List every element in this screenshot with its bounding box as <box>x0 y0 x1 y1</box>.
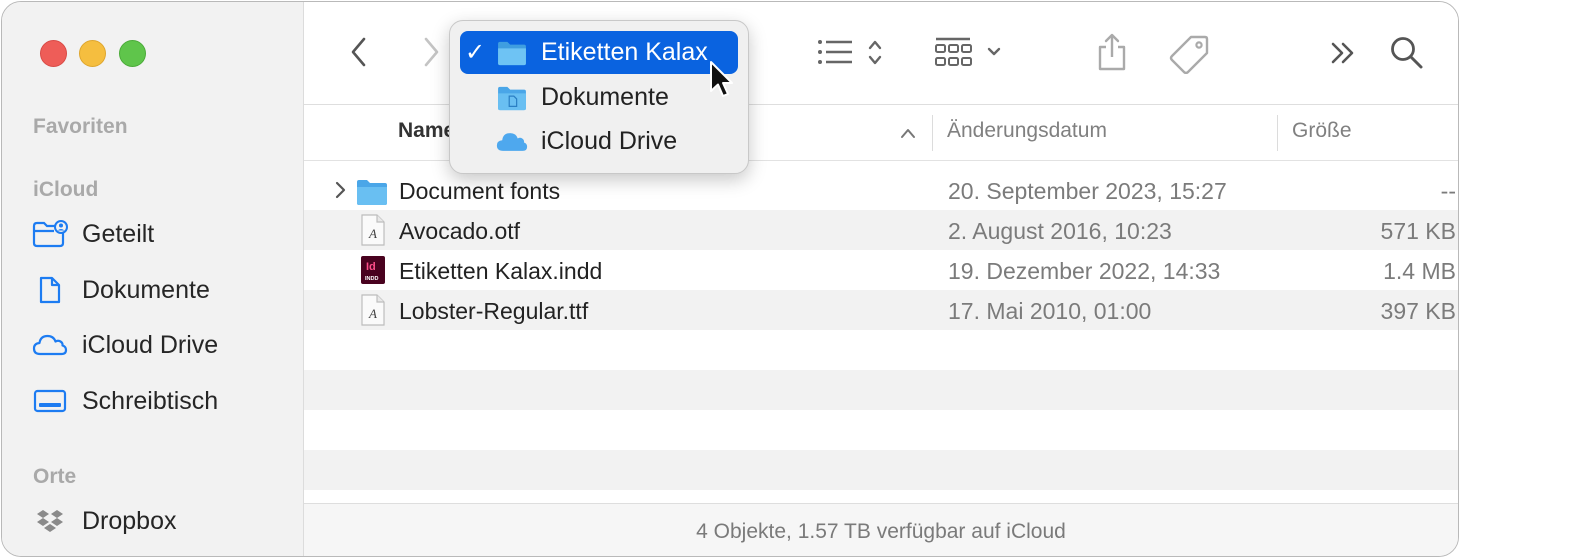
menu-item-label: iCloud Drive <box>541 127 678 155</box>
view-list-button[interactable] <box>814 34 890 70</box>
close-window-button[interactable] <box>40 40 67 67</box>
font-file-icon: A <box>361 294 385 326</box>
mouse-cursor-icon <box>710 61 733 97</box>
list-view-icon <box>818 40 882 65</box>
column-size[interactable]: Größe <box>1292 119 1352 143</box>
menu-item-etiketten-kalax[interactable]: ✓ Etiketten Kalax <box>460 31 738 74</box>
share-icon <box>1098 33 1126 71</box>
dropbox-icon <box>32 505 68 537</box>
group-by-button[interactable] <box>932 34 1008 70</box>
chevron-right-icon <box>424 37 439 67</box>
more-toolbar-button[interactable] <box>1328 38 1358 68</box>
sidebar-item-label: Geteilt <box>82 219 155 248</box>
cloud-icon <box>32 329 68 361</box>
sidebar-section-icloud[interactable]: iCloud <box>33 178 98 202</box>
file-row[interactable]: Id INDD Etiketten Kalax.indd 19. Dezembe… <box>304 250 1458 290</box>
font-badge-glyph: A <box>368 306 377 321</box>
folder-icon <box>357 180 387 205</box>
sidebar-item-label: Dropbox <box>82 506 177 535</box>
empty-row <box>304 410 1458 450</box>
forward-button[interactable] <box>416 34 446 70</box>
sidebar-item-label: Schreibtisch <box>82 386 219 415</box>
tag-icon <box>1169 35 1209 74</box>
sidebar-item-dokumente[interactable]: Dokumente <box>32 270 210 310</box>
file-name: Etiketten Kalax.indd <box>399 258 603 284</box>
shared-folder-icon <box>32 218 68 250</box>
column-date[interactable]: Änderungsdatum <box>947 119 1107 143</box>
column-name[interactable]: Name <box>398 119 455 143</box>
sidebar-item-icloud-drive[interactable]: iCloud Drive <box>32 325 218 365</box>
status-bar: 4 Objekte, 1.57 TB verfügbar auf iCloud <box>304 503 1458 556</box>
folder-icon <box>496 39 528 67</box>
file-date: 20. September 2023, 15:27 <box>948 178 1227 204</box>
cloud-icon <box>496 128 528 156</box>
search-button[interactable] <box>1388 34 1426 72</box>
file-row[interactable]: Document fonts 20. September 2023, 15:27… <box>304 170 1458 210</box>
file-size: -- <box>1440 178 1456 204</box>
file-date: 2. August 2016, 10:23 <box>948 218 1172 244</box>
indesign-badge-top: Id <box>366 261 376 273</box>
desktop-icon <box>32 385 68 417</box>
indesign-badge-bottom: INDD <box>365 276 378 282</box>
sort-ascending-icon <box>901 129 915 138</box>
sidebar-item-schreibtisch[interactable]: Schreibtisch <box>32 381 218 421</box>
tag-button[interactable] <box>1168 32 1212 74</box>
sidebar-item-label: Dokumente <box>82 275 210 304</box>
chevron-left-icon <box>351 37 366 67</box>
empty-row <box>304 330 1458 370</box>
file-size: 1.4 MB <box>1383 258 1456 284</box>
file-size: 571 KB <box>1380 218 1456 244</box>
font-badge-glyph: A <box>368 226 377 241</box>
file-name: Document fonts <box>399 178 561 204</box>
column-divider[interactable] <box>1277 115 1278 151</box>
file-date: 19. Dezember 2022, 14:33 <box>948 258 1221 284</box>
file-date: 17. Mai 2010, 01:00 <box>948 298 1152 324</box>
file-row[interactable]: A Lobster-Regular.ttf 17. Mai 2010, 01:0… <box>304 290 1458 330</box>
grid-view-icon <box>935 37 1001 66</box>
zoom-window-button[interactable] <box>119 40 146 67</box>
share-button[interactable] <box>1094 30 1130 74</box>
disclosure-chevron-icon[interactable] <box>334 180 348 200</box>
documents-folder-icon <box>496 84 528 112</box>
minimize-window-button[interactable] <box>79 40 106 67</box>
file-size: 397 KB <box>1380 298 1456 324</box>
sidebar: Favoriten iCloud Geteilt Dokumente iClou… <box>2 2 304 556</box>
sidebar-section-places[interactable]: Orte <box>33 465 76 489</box>
double-chevron-right-icon <box>1331 42 1354 64</box>
sidebar-item-geteilt[interactable]: Geteilt <box>32 214 154 254</box>
menu-item-label: Dokumente <box>541 83 669 111</box>
sidebar-item-label: iCloud Drive <box>82 330 219 359</box>
path-popup-menu: ✓ Etiketten Kalax Dokumente iCloud Drive <box>449 20 749 174</box>
empty-row <box>304 450 1458 490</box>
search-icon <box>1391 37 1423 69</box>
indesign-file-icon: Id INDD <box>361 256 385 284</box>
font-file-icon: A <box>361 214 385 246</box>
menu-item-label: Etiketten Kalax <box>541 38 708 66</box>
back-button[interactable] <box>344 34 374 70</box>
menu-item-icloud-drive[interactable]: iCloud Drive <box>460 120 738 163</box>
file-row[interactable]: A Avocado.otf 2. August 2016, 10:23 571 … <box>304 210 1458 250</box>
sidebar-section-favorites[interactable]: Favoriten <box>33 115 128 139</box>
column-divider[interactable] <box>932 115 933 151</box>
file-name: Lobster-Regular.ttf <box>399 298 589 324</box>
empty-row <box>304 370 1458 410</box>
checkmark-icon: ✓ <box>464 39 486 66</box>
menu-item-dokumente[interactable]: Dokumente <box>460 76 738 119</box>
file-name: Avocado.otf <box>399 218 521 244</box>
file-list: Document fonts 20. September 2023, 15:27… <box>304 161 1458 503</box>
document-icon <box>32 274 68 306</box>
sidebar-item-dropbox[interactable]: Dropbox <box>32 501 177 541</box>
